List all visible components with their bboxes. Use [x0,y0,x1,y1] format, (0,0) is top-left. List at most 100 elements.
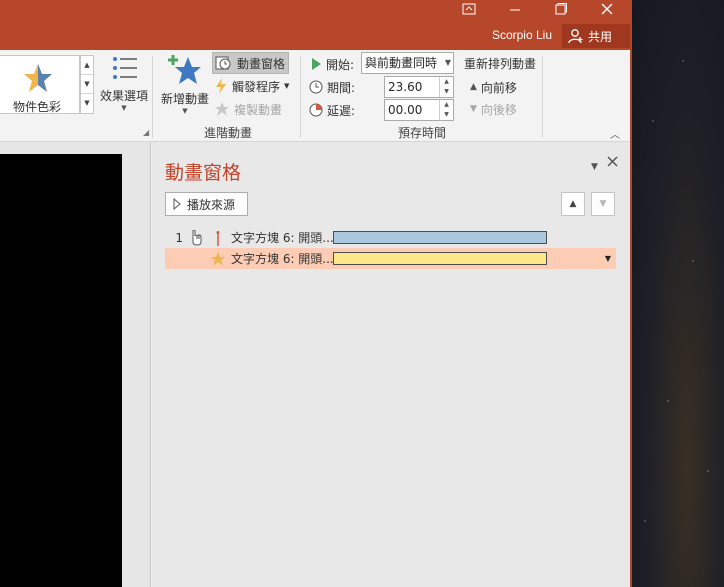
item-dropdown-icon[interactable]: ▼ [605,254,611,263]
animation-dialog-launcher-icon[interactable]: ◢ [143,128,149,137]
powerpoint-window: Scorpio Liu 共用 物件色彩 ▲ ▼ ▼ 效果選項 ▼ ◢ 新增動畫 … [0,0,632,587]
delay-clock-icon [309,103,323,117]
animation-list-item-selected[interactable]: 文字方塊 6: 開頭... ▼ [165,248,616,269]
star-effect-icon [24,64,52,92]
group-separator [152,56,153,138]
animation-effect-gallery[interactable]: 物件色彩 [0,55,80,114]
pane-options-dropdown-icon[interactable]: ▼ [591,162,598,172]
move-up-icon: ▲ [569,199,577,209]
minimize-icon [510,9,520,11]
ribbon-display-options-button[interactable] [446,0,492,20]
spin-down-icon[interactable]: ▼ [440,110,453,120]
effect-options-dropdown-icon: ▼ [121,104,127,112]
animation-order-number: 1 [175,230,183,245]
trigger-button[interactable]: 觸發程序 ▼ [214,75,289,97]
share-button[interactable]: 共用 [562,24,630,48]
spin-up-icon[interactable]: ▲ [440,100,453,110]
collapse-ribbon-icon[interactable]: ︿ [610,126,620,141]
advanced-animation-group-label: 進階動畫 [204,126,253,140]
reorder-animation-label: 重新排列動畫 [464,57,537,71]
start-label: 開始: [326,57,355,72]
start-select-dropdown-icon: ▼ [444,58,451,67]
play-from-label: 播放來源 [187,197,236,212]
pane-close-button[interactable] [607,156,618,170]
delay-input[interactable]: 00.00 ▲ ▼ [384,99,454,121]
animation-item-name: 文字方塊 6: 開頭... [231,252,333,266]
effect-options-list-icon [113,57,137,79]
add-animation-star-icon [168,55,201,84]
duration-label: 期間: [327,80,356,95]
animation-pane-button[interactable]: 動畫窗格 [212,52,289,74]
delay-spinner[interactable]: ▲ ▼ [439,100,453,120]
trigger-lightning-icon [216,78,226,94]
spin-up-icon[interactable]: ▲ [440,77,453,87]
desktop-background [632,0,724,587]
move-later-button[interactable]: ▼ 向後移 [470,98,517,120]
window-border [630,0,632,587]
animation-painter-icon [215,102,229,116]
effect-options-button[interactable]: 效果選項 ▼ [98,54,150,112]
pane-title: 動畫窗格 [165,162,242,184]
share-person-icon [568,29,583,44]
title-bar: Scorpio Liu 共用 [0,0,632,50]
timing-group-label: 預存時間 [398,126,447,140]
gallery-selected-effect-label: 物件色彩 [13,100,62,114]
move-up-button[interactable]: ▲ [561,192,585,216]
duration-input[interactable]: 23.60 ▲ ▼ [384,76,454,98]
animation-painter-label: 複製動畫 [234,102,283,117]
trigger-dropdown-icon: ▼ [284,82,290,90]
start-select[interactable]: 與前動畫同時 ▼ [361,52,454,74]
animation-item-name: 文字方塊 6: 開頭... [231,231,333,245]
gallery-scroll-down-icon[interactable]: ▼ [81,75,93,94]
move-earlier-label: 向前移 [480,80,517,95]
close-icon [607,156,618,167]
emphasis-effect-icon [208,230,228,246]
move-down-icon: ▼ [599,199,607,209]
animation-list-item[interactable]: 1 文字方塊 6: 開頭... [165,227,616,248]
group-separator [300,56,301,138]
share-label: 共用 [588,29,613,44]
duration-label-row: 期間: [309,76,355,98]
delay-label: 延遲: [327,103,356,118]
animation-painter-button[interactable]: 複製動畫 [214,98,282,120]
effect-star-icon [208,251,228,266]
animation-pane: 動畫窗格 ▼ 播放來源 ▲ ▼ 1 文字方塊 6: 開頭... 文字方塊 6: … [152,142,630,587]
move-down-button[interactable]: ▼ [591,192,615,216]
on-click-mouse-icon [186,229,208,246]
move-earlier-arrow-icon: ▲ [470,82,477,92]
animation-pane-label: 動畫窗格 [237,56,286,71]
gallery-more-icon[interactable]: ▼ [81,94,93,113]
group-separator [542,56,543,138]
move-earlier-button[interactable]: ▲ 向前移 [470,76,517,98]
slide-editing-area [0,142,151,587]
timeline-bar[interactable] [333,231,547,244]
play-triangle-icon [312,58,321,70]
user-name[interactable]: Scorpio Liu [492,28,552,42]
move-later-arrow-icon: ▼ [470,104,477,114]
clock-icon [309,80,323,94]
restore-icon [555,3,567,15]
play-icon [173,198,181,210]
play-from-button[interactable]: 播放來源 [165,192,248,216]
spin-down-icon[interactable]: ▼ [440,87,453,97]
delay-label-row: 延遲: [309,99,355,121]
trigger-label: 觸發程序 [232,79,281,94]
animations-ribbon: 物件色彩 ▲ ▼ ▼ 效果選項 ▼ ◢ 新增動畫 ▼ 動畫窗格 觸發程序 ▼ 複… [0,50,632,142]
add-animation-button[interactable]: 新增動畫 ▼ [158,53,212,115]
delay-value: 00.00 [388,103,423,117]
gallery-scroll-up-icon[interactable]: ▲ [81,56,93,75]
gallery-scrollbar[interactable]: ▲ ▼ ▼ [80,55,94,114]
add-animation-label: 新增動畫 [160,92,209,106]
maximize-button[interactable] [538,0,584,20]
slide-canvas[interactable] [0,154,122,587]
duration-spinner[interactable]: ▲ ▼ [439,77,453,97]
timeline-bar[interactable] [333,252,547,265]
close-icon [601,3,613,15]
start-label-row: 開始: [310,53,354,75]
close-button[interactable] [584,0,630,20]
minimize-button[interactable] [492,0,538,20]
animation-pane-icon [215,56,231,70]
add-animation-dropdown-icon: ▼ [182,107,188,115]
ribbon-display-icon [462,3,476,15]
start-select-value: 與前動畫同時 [365,56,438,70]
